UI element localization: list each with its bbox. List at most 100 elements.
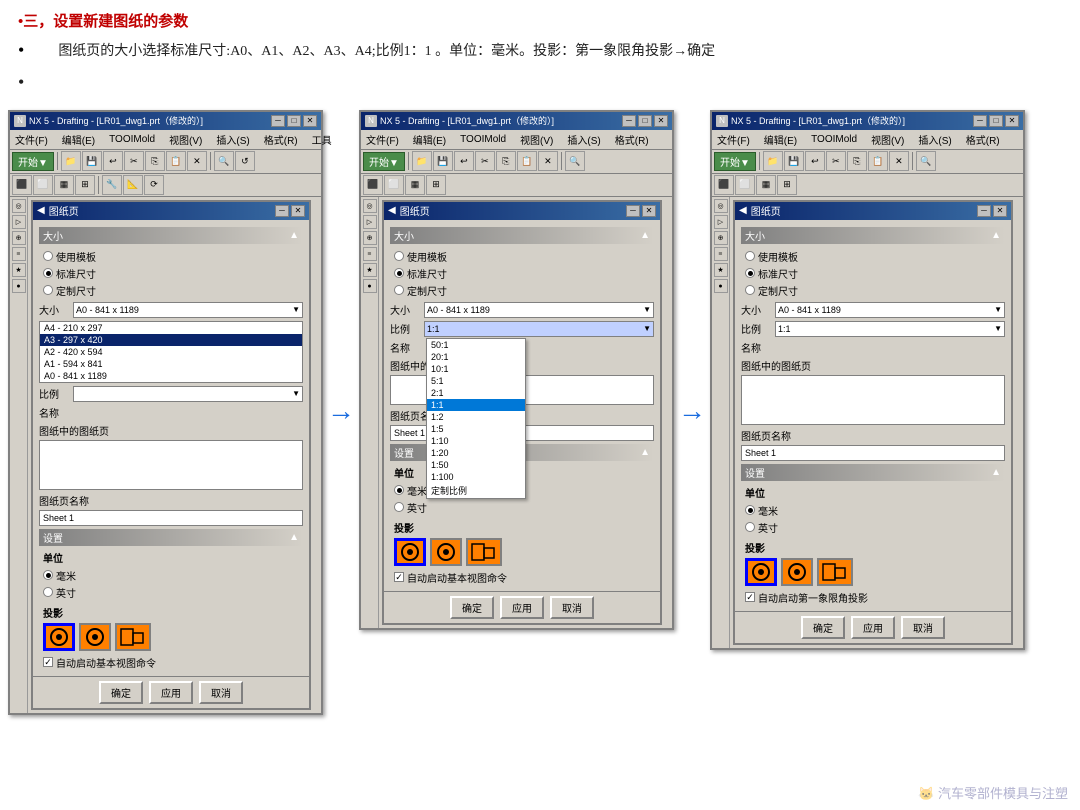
radio-custom-1[interactable]: 定制尺寸 — [43, 283, 299, 298]
tb-t7[interactable]: ⟳ — [144, 175, 164, 195]
minimize-btn-3[interactable]: ─ — [973, 115, 987, 127]
tb-paste-1[interactable]: 📋 — [166, 151, 186, 171]
radio-template-3[interactable]: 使用模板 — [745, 249, 1001, 264]
menu-insert-1[interactable]: 插入(S) — [213, 131, 252, 148]
size-select-2[interactable]: A0 - 841 x 1189 ▼ — [424, 302, 654, 318]
strip-btn2[interactable]: ▷ — [12, 215, 26, 229]
window-buttons-3[interactable]: ─ □ ✕ — [973, 115, 1019, 127]
size-arrow-2[interactable]: ▼ — [643, 305, 651, 314]
proj-third-angle-1[interactable] — [79, 623, 111, 651]
menu-format-1[interactable]: 格式(R) — [261, 131, 301, 148]
radio-standard-2[interactable]: 标准尺寸 — [394, 266, 650, 281]
strip-btn3-1[interactable]: ◎ — [714, 199, 728, 213]
checkbox-icon-2[interactable]: ✓ — [394, 572, 404, 582]
tb-undo-1[interactable]: ↩ — [103, 151, 123, 171]
radio-mm-1[interactable]: 毫米 — [43, 568, 299, 583]
tb-t4[interactable]: ⊞ — [75, 175, 95, 195]
size-opt-a3[interactable]: A3 - 297 x 420 — [40, 334, 302, 346]
strip-btn3[interactable]: ⊕ — [12, 231, 26, 245]
tb-open-2[interactable]: 📁 — [412, 151, 432, 171]
radio-inch-2[interactable]: 英寸 — [394, 500, 650, 515]
radio-custom-3[interactable]: 定制尺寸 — [745, 283, 1001, 298]
radio-inch-3[interactable]: 英寸 — [745, 520, 1001, 535]
apply-btn-1[interactable]: 应用 — [149, 681, 193, 704]
radio-standard-1[interactable]: 标准尺寸 — [43, 266, 299, 281]
radio-custom-2[interactable]: 定制尺寸 — [394, 283, 650, 298]
apply-btn-2[interactable]: 应用 — [500, 596, 544, 619]
proj-first-angle-1[interactable] — [43, 623, 75, 651]
menu-file-3[interactable]: 文件(F) — [714, 131, 753, 148]
close-btn-2[interactable]: ✕ — [654, 115, 668, 127]
apply-btn-3[interactable]: 应用 — [851, 616, 895, 639]
menu-insert-2[interactable]: 插入(S) — [564, 131, 603, 148]
tb-t2-2[interactable]: ⬜ — [384, 175, 404, 195]
dialog-minus-1[interactable]: ─ — [275, 205, 289, 217]
proj-view-2[interactable] — [466, 538, 502, 566]
ratio-5-1[interactable]: 5:1 — [427, 375, 525, 387]
ratio-custom[interactable]: 定制比例 — [427, 483, 525, 498]
window-buttons-1[interactable]: ─ □ ✕ — [271, 115, 317, 127]
tb-copy-1[interactable]: ⎘ — [145, 151, 165, 171]
checkbox-icon-3[interactable]: ✓ — [745, 592, 755, 602]
start-btn-2[interactable]: 开始▼ — [363, 152, 405, 171]
start-btn-3[interactable]: 开始▼ — [714, 152, 756, 171]
ratio-10-1[interactable]: 10:1 — [427, 363, 525, 375]
ratio-select-1[interactable]: ▼ — [73, 386, 303, 402]
tb-copy-3[interactable]: ⎘ — [847, 151, 867, 171]
menu-file-2[interactable]: 文件(F) — [363, 131, 402, 148]
start-btn-1[interactable]: 开始▼ — [12, 152, 54, 171]
ratio-1-1[interactable]: 1:1 — [427, 399, 525, 411]
ratio-arrow-3[interactable]: ▼ — [994, 324, 1002, 333]
proj-first-2[interactable] — [394, 538, 426, 566]
size-opt-a1[interactable]: A1 - 594 x 841 — [40, 358, 302, 370]
tb-t3-2[interactable]: ▦ — [405, 175, 425, 195]
tb-open-3[interactable]: 📁 — [763, 151, 783, 171]
dialog-close-1[interactable]: ✕ — [291, 205, 305, 217]
tb-paste-3[interactable]: 📋 — [868, 151, 888, 171]
size-select-3[interactable]: A0 - 841 x 1189 ▼ — [775, 302, 1005, 318]
window-buttons-2[interactable]: ─ □ ✕ — [622, 115, 668, 127]
close-btn-3[interactable]: ✕ — [1005, 115, 1019, 127]
radio-mm-3[interactable]: 毫米 — [745, 503, 1001, 518]
menu-view-2[interactable]: 视图(V) — [517, 131, 556, 148]
maximize-btn-2[interactable]: □ — [638, 115, 652, 127]
cancel-btn-2[interactable]: 取消 — [550, 596, 594, 619]
checkbox-auto-1[interactable]: ✓ 自动启动基本视图命令 — [39, 653, 303, 672]
strip-btn3-6[interactable]: ● — [714, 279, 728, 293]
ratio-1-2[interactable]: 1:2 — [427, 411, 525, 423]
strip-btn4[interactable]: ≡ — [12, 247, 26, 261]
sheets-list-3[interactable] — [741, 375, 1005, 425]
radio-inch-1[interactable]: 英寸 — [43, 585, 299, 600]
ratio-select-3[interactable]: 1:1 ▼ — [775, 321, 1005, 337]
size-select-1[interactable]: A0 - 841 x 1189 ▼ — [73, 302, 303, 318]
checkbox-auto-2[interactable]: ✓ 自动启动基本视图命令 — [390, 568, 654, 587]
ok-btn-1[interactable]: 确定 — [99, 681, 143, 704]
proj-view-3[interactable] — [817, 558, 853, 586]
tb-open-1[interactable]: 📁 — [61, 151, 81, 171]
menu-file-1[interactable]: 文件(F) — [12, 131, 51, 148]
tb-t1[interactable]: ⬛ — [12, 175, 32, 195]
radio-template-circle-2[interactable] — [394, 251, 404, 261]
menu-edit-1[interactable]: 编辑(E) — [59, 131, 98, 148]
strip-btn2-5[interactable]: ★ — [363, 263, 377, 277]
dialog-minus-3[interactable]: ─ — [977, 205, 991, 217]
strip-btn3-4[interactable]: ≡ — [714, 247, 728, 261]
tb-t3[interactable]: ▦ — [54, 175, 74, 195]
menu-edit-2[interactable]: 编辑(E) — [410, 131, 449, 148]
menu-format-2[interactable]: 格式(R) — [612, 131, 652, 148]
tb-del-2[interactable]: ✕ — [538, 151, 558, 171]
radio-standard-circle-1[interactable] — [43, 268, 53, 278]
tb-t4-2[interactable]: ⊞ — [426, 175, 446, 195]
menu-toolmold-2[interactable]: TOOIMold — [457, 133, 509, 146]
strip-btn6[interactable]: ● — [12, 279, 26, 293]
size-opt-a0[interactable]: A0 - 841 x 1189 — [40, 370, 302, 382]
ratio-2-1[interactable]: 2:1 — [427, 387, 525, 399]
proj-third-2[interactable] — [430, 538, 462, 566]
radio-template-2[interactable]: 使用模板 — [394, 249, 650, 264]
strip-btn3-2[interactable]: ▷ — [714, 215, 728, 229]
menu-view-1[interactable]: 视图(V) — [166, 131, 205, 148]
menu-format-3[interactable]: 格式(R) — [963, 131, 1003, 148]
strip-btn1[interactable]: ◎ — [12, 199, 26, 213]
tb-t1-2[interactable]: ⬛ — [363, 175, 383, 195]
tb-paste-2[interactable]: 📋 — [517, 151, 537, 171]
